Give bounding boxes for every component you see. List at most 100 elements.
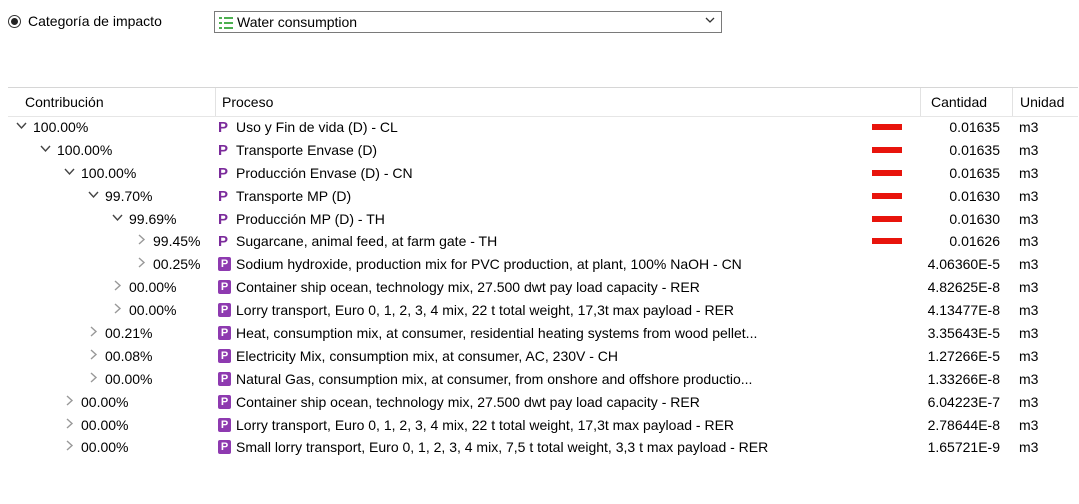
contribution-percent: 100.00% <box>57 141 113 158</box>
column-divider[interactable] <box>920 88 921 116</box>
process-name: Heat, consumption mix, at consumer, resi… <box>236 325 758 342</box>
unit-value: m3 <box>1019 233 1039 250</box>
chevron-right-icon[interactable] <box>88 371 99 386</box>
system-process-icon: P <box>218 440 231 455</box>
tree-row[interactable]: 99.70% P Transporte MP (D) 0.01630 m3 <box>8 186 1078 209</box>
amount-value: 1.27266E-5 <box>927 347 1000 364</box>
contribution-percent: 99.45% <box>153 233 201 250</box>
tree-row[interactable]: 00.08% P Electricity Mix, consumption mix,… <box>8 346 1078 369</box>
radio-button[interactable] <box>8 14 21 28</box>
chevron-down-icon[interactable] <box>112 211 123 226</box>
contribution-percent: 00.21% <box>105 325 153 342</box>
chevron-right-icon[interactable] <box>112 302 123 317</box>
tree-rows: 100.00% P Uso y Fin de vida (D) - CL 0.0163… <box>8 117 1078 460</box>
tree-row[interactable]: 00.00% P Container ship ocean, technology … <box>8 392 1078 415</box>
contribution-percent: 100.00% <box>81 164 137 181</box>
process-name: Small lorry transport, Euro 0, 1, 2, 3, … <box>236 439 769 456</box>
table-header: Contribución Proceso Cantidad Unidad <box>8 87 1078 117</box>
process-name: Lorry transport, Euro 0, 1, 2, 3, 4 mix,… <box>236 302 735 319</box>
column-divider[interactable] <box>215 88 216 116</box>
impact-category-radio[interactable]: Categoría de impacto <box>8 8 162 34</box>
contribution-bar <box>872 192 902 199</box>
unit-value: m3 <box>1019 256 1039 273</box>
tree-row[interactable]: 00.00% P Natural Gas, consumption mix, at … <box>8 369 1078 392</box>
unit-value: m3 <box>1019 279 1039 296</box>
chevron-down-icon[interactable] <box>40 142 51 157</box>
contribution-percent: 00.00% <box>81 416 129 433</box>
tree-row[interactable]: 00.00% P Small lorry transport, Euro 0, 1,… <box>8 437 1078 460</box>
tree-row[interactable]: 00.25% P Sodium hydroxide, production mix … <box>8 254 1078 277</box>
unit-value: m3 <box>1019 164 1039 181</box>
contribution-percent: 99.69% <box>129 210 177 227</box>
system-process-icon: P <box>218 417 231 432</box>
amount-value: 0.01635 <box>949 141 1000 158</box>
system-process-icon: P <box>218 303 231 318</box>
tree-row[interactable]: 100.00% P Uso y Fin de vida (D) - CL 0.0163… <box>8 117 1078 140</box>
chevron-down-icon[interactable] <box>705 15 715 27</box>
process-name: Uso y Fin de vida (D) - CL <box>236 119 398 135</box>
amount-value: 1.65721E-9 <box>927 439 1000 456</box>
process-name: Producción MP (D) - TH <box>236 210 385 227</box>
impact-category-select[interactable]: Water consumption <box>214 11 722 33</box>
unit-value: m3 <box>1019 187 1039 204</box>
amount-value: 1.33266E-8 <box>927 370 1000 387</box>
chevron-right-icon[interactable] <box>88 348 99 363</box>
chevron-right-icon[interactable] <box>136 233 147 248</box>
chevron-right-icon[interactable] <box>64 417 75 432</box>
amount-value: 0.01635 <box>949 119 1000 135</box>
chevron-right-icon[interactable] <box>88 325 99 340</box>
process-name: Transporte MP (D) <box>236 187 352 204</box>
column-header-contribution[interactable]: Contribución <box>25 94 104 110</box>
system-process-icon: P <box>218 257 231 272</box>
contribution-percent: 00.00% <box>129 279 177 296</box>
column-header-unit[interactable]: Unidad <box>1020 94 1064 110</box>
amount-value: 4.82625E-8 <box>927 279 1000 296</box>
contribution-bar <box>872 169 902 176</box>
process-icon: P <box>218 233 229 251</box>
amount-value: 0.01630 <box>949 210 1000 227</box>
process-name: Container ship ocean, technology mix, 27… <box>236 393 700 410</box>
radio-dot <box>11 17 18 25</box>
contribution-tree-table: Contribución Proceso Cantidad Unidad 100… <box>8 87 1078 460</box>
tree-row[interactable]: 00.00% P Container ship ocean, technology … <box>8 277 1078 300</box>
tree-row[interactable]: 100.00% P Transporte Envase (D) 0.01635 m3 <box>8 140 1078 163</box>
contribution-percent: 99.70% <box>105 187 153 204</box>
contribution-percent: 00.25% <box>153 256 201 273</box>
system-process-icon: P <box>218 348 231 363</box>
contribution-percent: 00.00% <box>81 439 129 456</box>
chevron-down-icon[interactable] <box>64 165 75 180</box>
process-icon: P <box>218 164 229 182</box>
chevron-right-icon[interactable] <box>136 256 147 271</box>
unit-value: m3 <box>1019 302 1039 319</box>
process-name: Container ship ocean, technology mix, 27… <box>236 279 700 296</box>
system-process-icon: P <box>218 280 231 295</box>
amount-value: 6.04223E-7 <box>927 393 1000 410</box>
unit-value: m3 <box>1019 370 1039 387</box>
unit-value: m3 <box>1019 393 1039 410</box>
process-name: Sodium hydroxide, production mix for PVC… <box>236 256 742 273</box>
contribution-percent: 00.00% <box>81 393 129 410</box>
system-process-icon: P <box>218 371 231 386</box>
tree-row[interactable]: 00.21% P Heat, consumption mix, at consume… <box>8 323 1078 346</box>
process-name: Sugarcane, animal feed, at farm gate - T… <box>236 233 498 250</box>
system-process-icon: P <box>218 394 231 409</box>
amount-value: 3.35643E-5 <box>927 325 1000 342</box>
column-header-process[interactable]: Proceso <box>222 94 273 110</box>
contribution-bar <box>872 215 902 222</box>
unit-value: m3 <box>1019 119 1039 135</box>
chevron-right-icon[interactable] <box>64 394 75 409</box>
column-divider[interactable] <box>1012 88 1013 116</box>
chevron-right-icon[interactable] <box>64 439 75 454</box>
selected-impact-category: Water consumption <box>237 14 358 30</box>
column-header-amount[interactable]: Cantidad <box>931 94 987 110</box>
tree-row[interactable]: 99.69% P Producción MP (D) - TH 0.01630 m3 <box>8 209 1078 232</box>
tree-row[interactable]: 00.00% P Lorry transport, Euro 0, 1, 2, 3,… <box>8 300 1078 323</box>
chevron-right-icon[interactable] <box>112 279 123 294</box>
tree-row[interactable]: 99.45% P Sugarcane, animal feed, at farm g… <box>8 231 1078 254</box>
chevron-down-icon[interactable] <box>16 119 27 134</box>
unit-value: m3 <box>1019 141 1039 158</box>
tree-row[interactable]: 00.00% P Lorry transport, Euro 0, 1, 2, 3,… <box>8 415 1078 438</box>
amount-value: 4.06360E-5 <box>927 256 1000 273</box>
tree-row[interactable]: 100.00% P Producción Envase (D) - CN 0.0163… <box>8 163 1078 186</box>
chevron-down-icon[interactable] <box>88 188 99 203</box>
